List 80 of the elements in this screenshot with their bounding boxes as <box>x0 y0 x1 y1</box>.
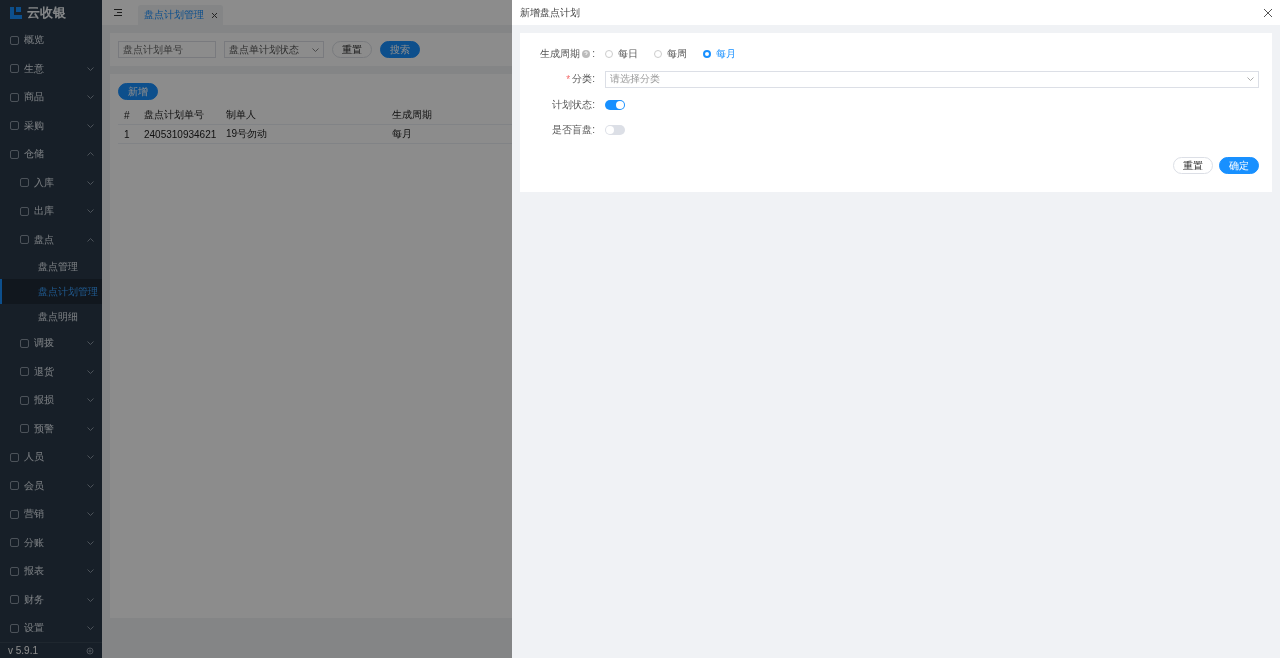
square-icon <box>20 235 29 244</box>
toggle-switch[interactable] <box>605 125 625 136</box>
logo-icon <box>10 6 22 19</box>
menu-item[interactable]: 出库 <box>0 196 102 226</box>
menu-item[interactable]: 会员 <box>0 471 102 500</box>
table-cell-text: 2405310934621 <box>143 128 218 140</box>
plan-number-field[interactable]: 盘点计划单号 <box>118 41 216 58</box>
close-icon[interactable] <box>1264 8 1272 17</box>
menu-item[interactable]: 盘点管理 <box>0 253 102 279</box>
square-icon <box>10 92 19 102</box>
menu-item[interactable]: 财务 <box>0 585 102 614</box>
chevron-icon <box>312 47 319 52</box>
square-icon <box>20 367 29 376</box>
field-label: 分类: <box>572 72 595 87</box>
menu-item[interactable]: 商品 <box>0 82 102 112</box>
colon-label: : <box>592 48 595 60</box>
table-cell-text: 1 <box>123 128 131 140</box>
column-header: # <box>123 109 131 121</box>
page-tab[interactable]: 盘点计划管理 <box>138 5 223 25</box>
square-icon <box>20 424 29 433</box>
version-label: v 5.9.1 <box>8 645 39 657</box>
menu-item[interactable]: 盘点明细 <box>0 303 102 329</box>
table-cell-text: 每月 <box>391 127 413 141</box>
menu-item[interactable]: 仓储 <box>0 139 102 169</box>
square-icon <box>10 481 19 490</box>
square-icon <box>10 452 19 462</box>
square-icon <box>20 178 29 187</box>
menu-item[interactable]: 报损 <box>0 385 102 415</box>
drawer-title: 新增盘点计划 <box>520 5 580 20</box>
square-icon <box>10 121 19 130</box>
menu-item[interactable]: 生意 <box>0 54 102 83</box>
reset-button[interactable]: 重置 <box>332 41 372 58</box>
chevron-icon <box>1247 77 1254 82</box>
square-icon <box>10 566 19 576</box>
square-icon <box>10 623 19 633</box>
radio-option[interactable]: 每周 <box>654 46 687 61</box>
square-icon <box>10 149 19 159</box>
menu-item[interactable]: 入库 <box>0 168 102 197</box>
toggle-switch[interactable] <box>605 99 625 110</box>
menu-item[interactable]: 报表 <box>0 556 102 586</box>
status-select[interactable]: 盘点单计划状态 <box>224 41 324 58</box>
menu-item[interactable]: 盘点计划管理 <box>0 278 102 304</box>
square-icon <box>10 595 19 604</box>
menu-item[interactable]: 设置 <box>0 613 102 643</box>
close-icon[interactable] <box>212 12 217 18</box>
column-header: 生成周期 <box>391 108 433 122</box>
menu-item[interactable]: 预警 <box>0 414 102 443</box>
search-button[interactable]: 搜索 <box>380 41 420 58</box>
table-cell-text: 19号勿动 <box>225 127 269 141</box>
menu-icon[interactable] <box>114 9 122 16</box>
confirm-button[interactable]: 确定 <box>1219 157 1259 174</box>
help-icon[interactable] <box>582 49 591 58</box>
brand-name: 云收银 <box>27 3 66 22</box>
field-label: 计划状态: <box>552 97 595 112</box>
add-button[interactable]: 新增 <box>118 83 158 100</box>
gear-icon[interactable] <box>86 646 94 655</box>
menu-item[interactable]: 概览 <box>0 25 102 55</box>
field-label: 生成周期 <box>540 46 581 61</box>
menu-item[interactable]: 分账 <box>0 528 102 557</box>
menu-item[interactable]: 盘点 <box>0 225 102 254</box>
square-icon <box>20 206 29 216</box>
square-icon <box>10 64 19 73</box>
square-icon <box>10 35 19 45</box>
menu-item[interactable]: 采购 <box>0 111 102 140</box>
square-icon <box>10 538 19 547</box>
square-icon <box>20 395 29 405</box>
radio-option[interactable]: 每日 <box>605 46 638 61</box>
field-label: 是否盲盘: <box>552 123 595 138</box>
reset-button[interactable]: 重置 <box>1173 157 1213 174</box>
column-header: 制单人 <box>225 108 257 122</box>
square-icon <box>10 509 19 519</box>
column-header: 盘点计划单号 <box>143 108 205 122</box>
menu-item[interactable]: 调拨 <box>0 328 102 358</box>
menu-item[interactable]: 营销 <box>0 499 102 529</box>
required-mark: * <box>566 73 571 85</box>
menu-item[interactable]: 退货 <box>0 357 102 386</box>
category-select[interactable]: 请选择分类 <box>605 70 1259 88</box>
menu-item[interactable]: 人员 <box>0 442 102 472</box>
square-icon <box>20 338 29 348</box>
radio-option[interactable]: 每月 <box>703 46 736 61</box>
